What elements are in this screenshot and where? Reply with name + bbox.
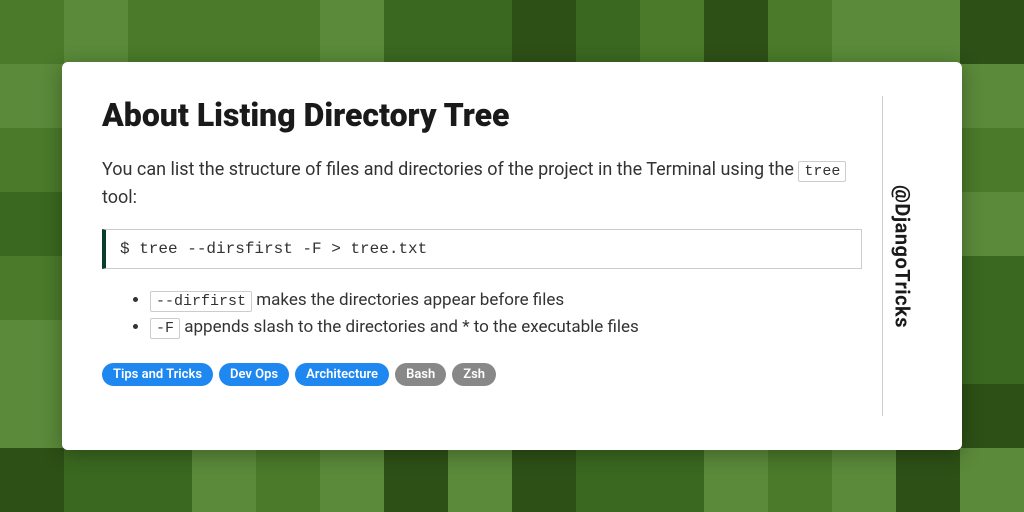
command-block: $ tree --dirsfirst -F > tree.txt [102, 229, 862, 269]
list-item: --dirfirst makes the directories appear … [150, 287, 862, 314]
author-handle[interactable]: @DjangoTricks [891, 185, 915, 328]
intro-text-before: You can list the structure of files and … [102, 159, 798, 180]
list-item: -F appends slash to the directories and … [150, 314, 862, 341]
inline-code-f: -F [150, 318, 180, 339]
tag-bash[interactable]: Bash [395, 363, 446, 386]
inline-code-tree: tree [798, 161, 846, 182]
intro-paragraph: You can list the structure of files and … [102, 156, 862, 211]
list-item-text: makes the directories appear before file… [252, 290, 564, 310]
main-content: About Listing Directory Tree You can lis… [102, 96, 882, 416]
tag-row: Tips and Tricks Dev Ops Architecture Bas… [102, 363, 862, 386]
page-title: About Listing Directory Tree [102, 96, 862, 134]
inline-code-dirfirst: --dirfirst [150, 291, 252, 312]
side-handle-area: @DjangoTricks [882, 96, 922, 416]
tag-tips-and-tricks[interactable]: Tips and Tricks [102, 363, 213, 386]
tag-dev-ops[interactable]: Dev Ops [219, 363, 289, 386]
list-item-text: appends slash to the directories and * t… [180, 317, 639, 337]
tag-architecture[interactable]: Architecture [295, 363, 389, 386]
options-list: --dirfirst makes the directories appear … [102, 287, 862, 341]
content-card: About Listing Directory Tree You can lis… [62, 62, 962, 450]
intro-text-after: tool: [102, 187, 137, 208]
tag-zsh[interactable]: Zsh [452, 363, 496, 386]
